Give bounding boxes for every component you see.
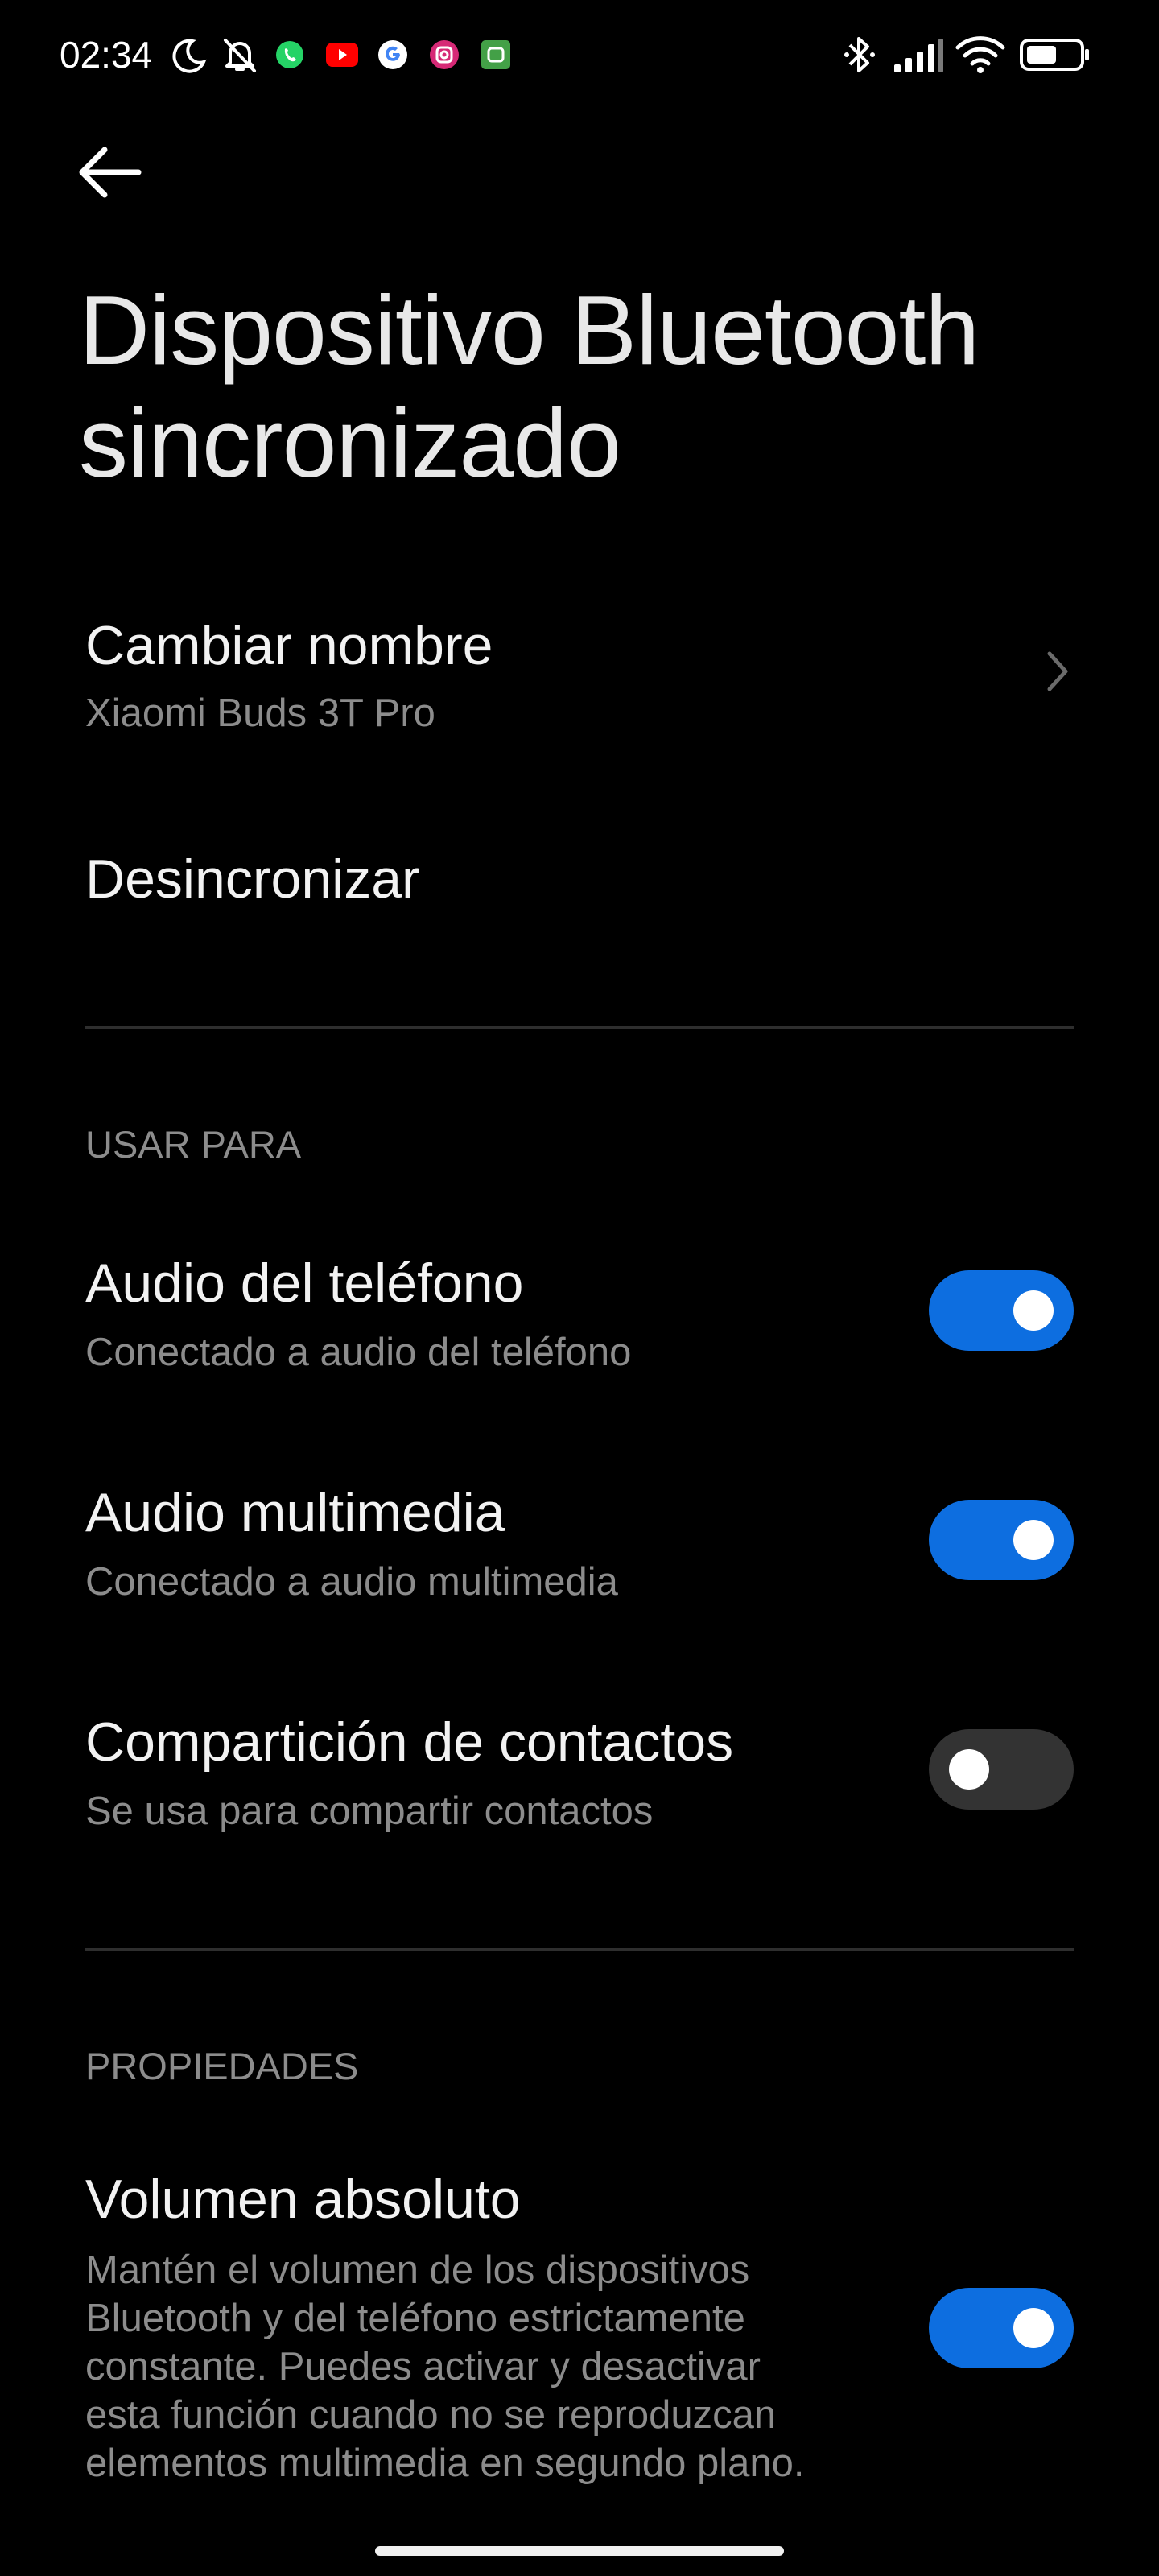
description-line: Bluetooth y del teléfono estrictamente <box>85 2297 745 2340</box>
back-button[interactable] <box>72 137 161 209</box>
contact-sharing-title: Compartición de contactos <box>85 1711 734 1773</box>
moon-icon <box>169 35 209 76</box>
back-arrow-icon <box>79 147 142 198</box>
media-audio-toggle[interactable] <box>929 1500 1074 1580</box>
phone-audio-toggle[interactable] <box>929 1270 1074 1351</box>
rename-row[interactable]: Cambiar nombre Xiaomi Buds 3T Pro <box>0 596 1159 757</box>
signal-icon <box>892 35 945 76</box>
rename-label: Cambiar nombre <box>85 615 493 676</box>
description-line: esta función cuando no se reproduzcan <box>85 2393 777 2437</box>
description-line: constante. Puedes activar y desactivar <box>85 2345 761 2388</box>
unpair-label: Desincronizar <box>85 848 420 910</box>
phone-audio-title: Audio del teléfono <box>85 1253 524 1314</box>
bluetooth-icon <box>842 32 877 77</box>
toggle-knob <box>1013 1290 1054 1331</box>
unpair-row[interactable]: Desincronizar <box>0 837 1159 950</box>
description-line: elementos multimedia en segundo plano. <box>85 2442 805 2485</box>
instagram-icon <box>428 39 460 71</box>
section-header-use-for: USAR PARA <box>85 1123 302 1166</box>
section-header-properties: PROPIEDADES <box>85 2045 359 2087</box>
absolute-volume-title: Volumen absoluto <box>85 2169 521 2230</box>
status-bar: 02:34 <box>0 0 1159 105</box>
chevron-right-icon <box>1043 649 1075 697</box>
contact-sharing-subtitle: Se usa para compartir contactos <box>85 1790 654 1833</box>
battery-icon <box>1019 37 1091 72</box>
home-indicator[interactable] <box>375 2546 784 2556</box>
divider <box>85 1948 1074 1951</box>
absolute-volume-toggle[interactable] <box>929 2288 1074 2368</box>
google-icon <box>377 39 409 71</box>
description-line: Mantén el volumen de los dispositivos <box>85 2248 750 2292</box>
toggle-knob <box>949 1749 989 1790</box>
wifi-icon <box>955 34 1006 76</box>
contact-sharing-toggle[interactable] <box>929 1729 1074 1810</box>
phone-audio-subtitle: Conectado a audio del teléfono <box>85 1331 632 1374</box>
bell-off-icon <box>219 34 261 76</box>
youtube-icon <box>325 40 359 69</box>
phone-audio-row[interactable]: Audio del teléfono Conectado a audio del… <box>0 1240 1159 1401</box>
app-icon <box>480 39 512 71</box>
whatsapp-icon <box>274 39 306 71</box>
status-time: 02:34 <box>60 34 153 76</box>
absolute-volume-row[interactable]: Volumen absoluto Mantén el volumen de lo… <box>0 2165 1159 2504</box>
divider <box>85 1026 1074 1029</box>
toggle-knob <box>1013 1520 1054 1560</box>
toggle-knob <box>1013 2308 1054 2348</box>
page-title: Dispositivo Bluetooth sincronizado <box>79 275 980 497</box>
absolute-volume-description: Mantén el volumen de los dispositivos Bl… <box>85 2246 906 2487</box>
media-audio-row[interactable]: Audio multimedia Conectado a audio multi… <box>0 1469 1159 1630</box>
media-audio-subtitle: Conectado a audio multimedia <box>85 1560 618 1604</box>
media-audio-title: Audio multimedia <box>85 1482 505 1543</box>
contact-sharing-row[interactable]: Compartición de contactos Se usa para co… <box>0 1699 1159 1860</box>
device-name: Xiaomi Buds 3T Pro <box>85 691 435 735</box>
